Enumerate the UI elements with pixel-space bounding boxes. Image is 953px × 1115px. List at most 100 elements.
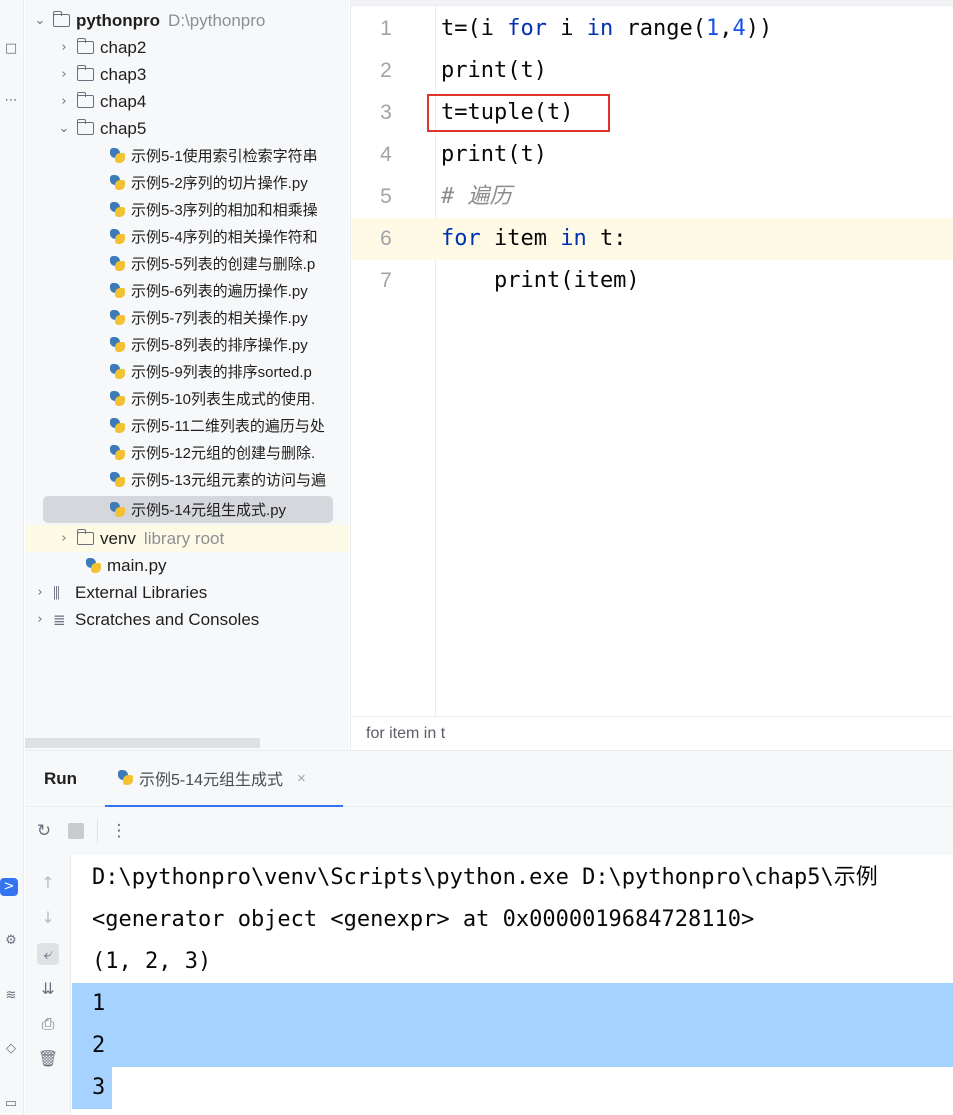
editor-tab-strip	[351, 0, 953, 6]
tree-file[interactable]: 示例5-9列表的排序sorted.p	[25, 358, 349, 385]
tree-file[interactable]: 示例5-2序列的切片操作.py	[25, 169, 349, 196]
python-file-icon	[109, 363, 127, 381]
tree-file[interactable]: 示例5-3序列的相加和相乘操	[25, 196, 349, 223]
chevron-right-icon[interactable]: ›	[57, 531, 71, 546]
tree-external-libraries[interactable]: › ⫼ External Libraries	[25, 579, 349, 606]
code-line[interactable]: 1 t=(i for i in range(1,4))	[351, 8, 953, 50]
tree-file-selected[interactable]: 示例5-14元组生成式.py	[43, 496, 333, 523]
tree-file[interactable]: 示例5-13元组元素的访问与遍	[25, 466, 349, 493]
toolbar-divider	[97, 819, 98, 843]
code-text: print(t)	[441, 142, 547, 167]
tree-file[interactable]: 示例5-4序列的相关操作符和	[25, 223, 349, 250]
tree-file[interactable]: 示例5-11二维列表的遍历与处	[25, 412, 349, 439]
tree-scratches[interactable]: › ≣ Scratches and Consoles	[25, 606, 349, 633]
code-line[interactable]: 2 print(t)	[351, 50, 953, 92]
python-file-icon	[109, 228, 127, 246]
file-label: 示例5-7列表的相关操作.py	[131, 310, 308, 327]
file-label: 示例5-6列表的遍历操作.py	[131, 283, 308, 300]
more-tools-icon[interactable]: ⋯	[2, 92, 20, 110]
python-file-icon	[109, 336, 127, 354]
console-line: <generator object <genexpr> at 0x0000019…	[92, 907, 755, 932]
tree-folder-chap3[interactable]: › chap3	[25, 61, 349, 88]
tree-file[interactable]: 示例5-12元组的创建与删除.	[25, 439, 349, 466]
chevron-down-icon[interactable]: ⌄	[57, 121, 71, 136]
tree-folder-chap5[interactable]: ⌄ chap5	[25, 115, 349, 142]
python-packages-icon[interactable]: ⚙	[2, 932, 20, 950]
arrow-down-icon[interactable]: ↓	[37, 907, 59, 929]
scroll-to-end-icon[interactable]: ⇊	[37, 978, 59, 1000]
file-label: 示例5-3序列的相加和相乘操	[131, 202, 318, 219]
chevron-down-icon[interactable]: ⌄	[33, 13, 47, 28]
code-line[interactable]: 5 # 遍历	[351, 176, 953, 218]
folder-icon	[52, 11, 70, 27]
tree-file[interactable]: 示例5-8列表的排序操作.py	[25, 331, 349, 358]
tree-folder-chap2[interactable]: › chap2	[25, 34, 349, 61]
tree-file[interactable]: 示例5-1使用索引检索字符串	[25, 142, 349, 169]
code-line-current[interactable]: 6 for item in t:	[351, 218, 953, 260]
line-number: 5	[380, 185, 392, 208]
soft-wrap-icon[interactable]: ⤶	[37, 943, 59, 965]
folder-label: venv	[100, 528, 136, 548]
arrow-up-icon[interactable]: ↑	[37, 872, 59, 894]
tree-root[interactable]: ⌄ pythonpro D:\pythonpro	[25, 7, 349, 34]
folder-icon	[76, 529, 94, 545]
chevron-right-icon[interactable]: ›	[57, 67, 71, 82]
python-file-icon	[109, 201, 127, 219]
chevron-right-icon[interactable]: ›	[57, 40, 71, 55]
project-tree-panel: ⌄ pythonpro D:\pythonpro › chap2 › chap3…	[25, 0, 349, 750]
run-tab[interactable]: 示例5-14元组生成式 ×	[105, 751, 343, 807]
rerun-icon[interactable]: ↻	[33, 820, 55, 842]
tree-file-main[interactable]: main.py	[25, 552, 349, 579]
console-output[interactable]: D:\pythonpro\venv\Scripts\python.exe D:\…	[72, 855, 953, 1115]
folder-icon	[76, 38, 94, 54]
python-file-icon	[109, 471, 127, 489]
python-file-icon	[85, 557, 103, 575]
line-number: 4	[380, 143, 392, 166]
file-label: 示例5-9列表的排序sorted.p	[131, 364, 312, 381]
python-file-icon	[109, 147, 127, 165]
python-file-icon	[109, 501, 127, 519]
code-text: print(item)	[441, 268, 640, 293]
code-line[interactable]: 4 print(t)	[351, 134, 953, 176]
tree-folder-chap4[interactable]: › chap4	[25, 88, 349, 115]
library-root-hint: library root	[143, 528, 225, 548]
code-comment: # 遍历	[441, 184, 512, 209]
console-line: D:\pythonpro\venv\Scripts\python.exe D:\…	[92, 865, 878, 890]
line-number: 2	[380, 59, 392, 82]
structure-icon[interactable]: □	[2, 40, 20, 58]
line-number: 6	[380, 227, 392, 250]
python-file-icon	[109, 282, 127, 300]
file-label: 示例5-1使用索引检索字符串	[131, 148, 318, 165]
terminal-icon[interactable]: ▭	[2, 1095, 20, 1113]
stop-icon[interactable]	[68, 823, 84, 839]
run-tool-icon[interactable]: >	[0, 878, 18, 896]
trash-icon[interactable]: 🗑	[37, 1048, 59, 1070]
tree-folder-venv[interactable]: › venv library root	[25, 525, 349, 552]
chevron-right-icon[interactable]: ›	[57, 94, 71, 109]
python-file-icon	[109, 174, 127, 192]
chevron-right-icon[interactable]: ›	[33, 585, 47, 600]
code-editor[interactable]: 1 t=(i for i in range(1,4)) 2 print(t) 3…	[350, 0, 953, 750]
scratches-label: Scratches and Consoles	[75, 609, 260, 629]
layers-icon[interactable]: ≋	[2, 987, 20, 1005]
python-file-icon	[117, 769, 135, 787]
print-icon[interactable]: ⎙	[37, 1013, 59, 1035]
console-side-toolbar: ↑ ↓ ⤶ ⇊ ⎙ 🗑	[25, 855, 71, 1115]
tree-file[interactable]: 示例5-6列表的遍历操作.py	[25, 277, 349, 304]
services-icon[interactable]: ◇	[2, 1040, 20, 1058]
code-line[interactable]: 7 print(item)	[351, 260, 953, 302]
more-options-icon[interactable]: ⋮	[108, 820, 130, 842]
tree-file[interactable]: 示例5-5列表的创建与删除.p	[25, 250, 349, 277]
folder-label: chap4	[100, 91, 147, 111]
breadcrumb[interactable]: for item in t	[351, 716, 953, 750]
tree-file[interactable]: 示例5-10列表生成式的使用.	[25, 385, 349, 412]
console-line: (1, 2, 3)	[92, 949, 212, 974]
horizontal-scrollbar[interactable]	[25, 738, 260, 748]
chevron-right-icon[interactable]: ›	[33, 612, 47, 627]
tree-file[interactable]: 示例5-7列表的相关操作.py	[25, 304, 349, 331]
close-icon[interactable]: ×	[297, 770, 306, 787]
scratches-icon: ≣	[53, 610, 66, 629]
run-tool-window: Run 示例5-14元组生成式 × ↻ ⋮ ↑ ↓ ⤶ ⇊ ⎙ 🗑 D:\pyt…	[25, 750, 953, 1115]
folder-label: chap2	[100, 37, 147, 57]
python-file-icon	[109, 444, 127, 462]
